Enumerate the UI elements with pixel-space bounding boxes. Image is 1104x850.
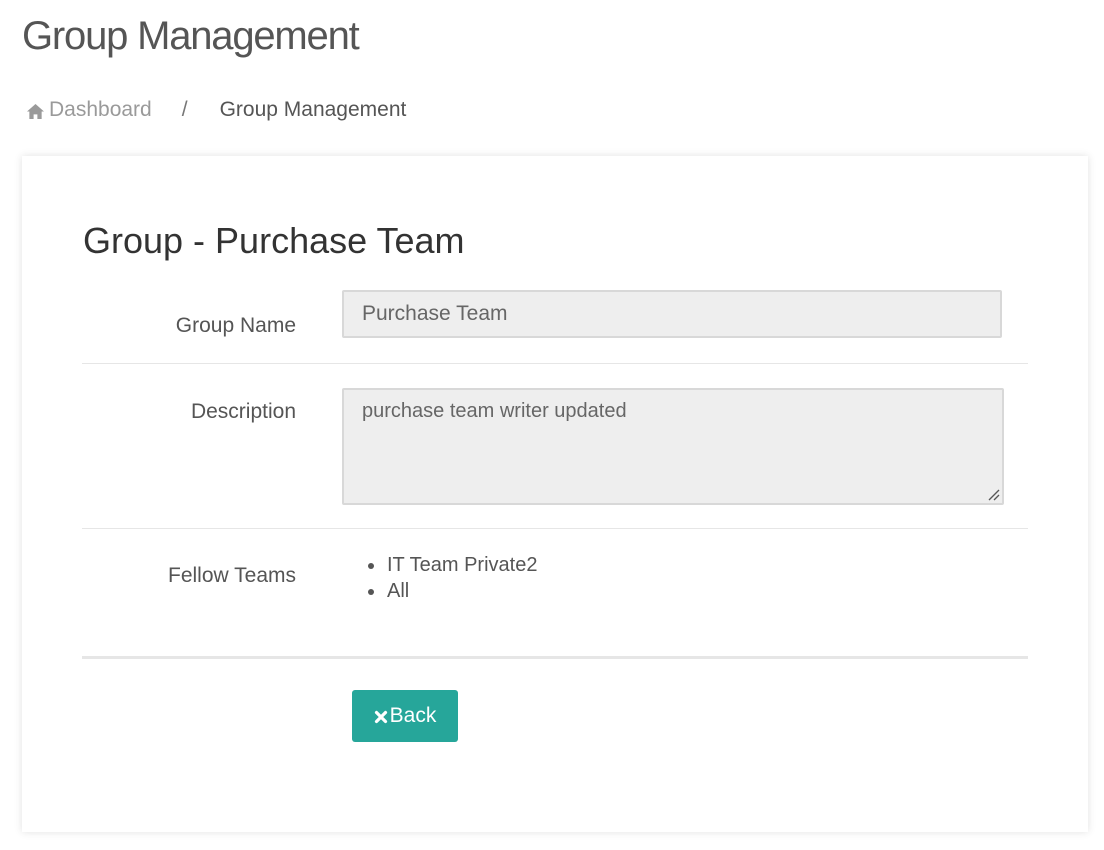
group-name-input[interactable]: Purchase Team — [342, 290, 1002, 338]
list-item: All — [386, 578, 537, 604]
breadcrumb-separator: / — [181, 98, 188, 121]
breadcrumb: Dashboard / Group Management — [26, 98, 406, 122]
fellow-teams-row: Fellow Teams IT Team Private2 All — [82, 528, 1028, 659]
list-item: IT Team Private2 — [386, 552, 537, 578]
group-detail-card: Group - Purchase Team Group Name Purchas… — [22, 156, 1088, 832]
close-icon — [374, 710, 387, 724]
description-row: Description purchase team writer updated — [82, 363, 1028, 529]
group-name-row: Group Name Purchase Team — [82, 290, 1028, 364]
description-textarea[interactable]: purchase team writer updated — [342, 388, 1004, 505]
back-button-label: Back — [389, 704, 437, 727]
resize-grip-icon[interactable] — [986, 487, 1000, 501]
card-title: Group - Purchase Team — [83, 220, 465, 261]
back-button[interactable]: Back — [352, 690, 458, 742]
breadcrumb-dashboard-link[interactable]: Dashboard — [49, 98, 152, 122]
fellow-teams-list: IT Team Private2 All — [365, 552, 537, 604]
breadcrumb-current: Group Management — [219, 98, 407, 121]
description-label: Description — [190, 400, 296, 423]
fellow-teams-label: Fellow Teams — [168, 564, 296, 587]
description-text: purchase team writer updated — [362, 400, 627, 422]
group-name-label: Group Name — [175, 314, 296, 337]
home-icon — [27, 103, 44, 119]
page-title: Group Management — [22, 14, 360, 58]
